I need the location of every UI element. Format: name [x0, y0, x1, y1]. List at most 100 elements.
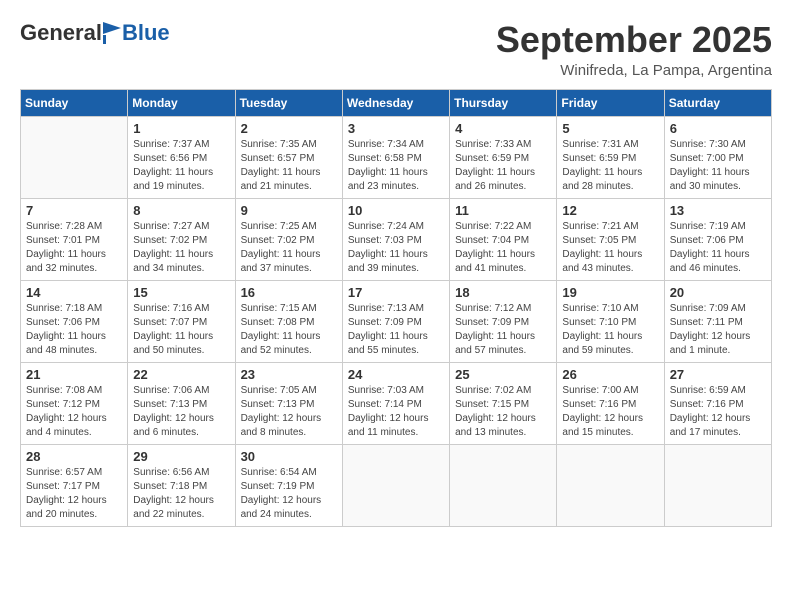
day-info: Sunrise: 7:12 AM Sunset: 7:09 PM Dayligh…: [455, 302, 551, 358]
day-info: Sunrise: 7:22 AM Sunset: 7:04 PM Dayligh…: [455, 220, 551, 276]
day-number: 22: [133, 367, 229, 382]
weekday-header-monday: Monday: [128, 89, 235, 116]
logo-blue-text: Blue: [122, 20, 170, 46]
location-title: Winifreda, La Pampa, Argentina: [496, 62, 772, 79]
calendar-day-cell: 4 Sunrise: 7:33 AM Sunset: 6:59 PM Daylig…: [450, 116, 557, 198]
weekday-header-wednesday: Wednesday: [342, 89, 449, 116]
calendar-day-cell: 9 Sunrise: 7:25 AM Sunset: 7:02 PM Daylig…: [235, 198, 342, 280]
day-number: 19: [562, 285, 658, 300]
calendar-day-cell: 29 Sunrise: 6:56 AM Sunset: 7:18 PM Dayli…: [128, 444, 235, 526]
calendar-day-cell: [342, 444, 449, 526]
logo: General Blue: [20, 20, 170, 46]
day-number: 15: [133, 285, 229, 300]
calendar-day-cell: 30 Sunrise: 6:54 AM Sunset: 7:19 PM Dayli…: [235, 444, 342, 526]
calendar-day-cell: 26 Sunrise: 7:00 AM Sunset: 7:16 PM Dayli…: [557, 362, 664, 444]
day-info: Sunrise: 6:59 AM Sunset: 7:16 PM Dayligh…: [670, 384, 766, 440]
weekday-header-sunday: Sunday: [21, 89, 128, 116]
calendar-day-cell: 2 Sunrise: 7:35 AM Sunset: 6:57 PM Daylig…: [235, 116, 342, 198]
calendar-day-cell: 22 Sunrise: 7:06 AM Sunset: 7:13 PM Dayli…: [128, 362, 235, 444]
day-number: 12: [562, 203, 658, 218]
day-info: Sunrise: 7:19 AM Sunset: 7:06 PM Dayligh…: [670, 220, 766, 276]
logo-flag-icon: [103, 22, 121, 44]
day-info: Sunrise: 7:28 AM Sunset: 7:01 PM Dayligh…: [26, 220, 122, 276]
calendar-week-row: 7 Sunrise: 7:28 AM Sunset: 7:01 PM Daylig…: [21, 198, 772, 280]
day-number: 13: [670, 203, 766, 218]
day-info: Sunrise: 7:06 AM Sunset: 7:13 PM Dayligh…: [133, 384, 229, 440]
day-number: 11: [455, 203, 551, 218]
day-number: 2: [241, 121, 337, 136]
calendar-day-cell: 24Sunrise: 7:03 AM Sunset: 7:14 PM Dayli…: [342, 362, 449, 444]
day-number: 26: [562, 367, 658, 382]
day-info: Sunrise: 7:37 AM Sunset: 6:56 PM Dayligh…: [133, 138, 229, 194]
day-info: Sunrise: 7:21 AM Sunset: 7:05 PM Dayligh…: [562, 220, 658, 276]
calendar-week-row: 21 Sunrise: 7:08 AM Sunset: 7:12 PM Dayli…: [21, 362, 772, 444]
calendar-day-cell: 12 Sunrise: 7:21 AM Sunset: 7:05 PM Dayli…: [557, 198, 664, 280]
calendar-day-cell: [557, 444, 664, 526]
calendar-day-cell: 6 Sunrise: 7:30 AM Sunset: 7:00 PM Daylig…: [664, 116, 771, 198]
calendar-day-cell: 27 Sunrise: 6:59 AM Sunset: 7:16 PM Dayli…: [664, 362, 771, 444]
day-info: Sunrise: 7:33 AM Sunset: 6:59 PM Dayligh…: [455, 138, 551, 194]
day-info: Sunrise: 7:02 AM Sunset: 7:15 PM Dayligh…: [455, 384, 551, 440]
day-number: 8: [133, 203, 229, 218]
day-number: 3: [348, 121, 444, 136]
calendar-day-cell: 25 Sunrise: 7:02 AM Sunset: 7:15 PM Dayli…: [450, 362, 557, 444]
day-info: Sunrise: 7:34 AM Sunset: 6:58 PM Dayligh…: [348, 138, 444, 194]
day-info: Sunrise: 7:35 AM Sunset: 6:57 PM Dayligh…: [241, 138, 337, 194]
page-header: General Blue September 2025 Winifreda, L…: [20, 20, 772, 79]
weekday-header-thursday: Thursday: [450, 89, 557, 116]
calendar-day-cell: 28Sunrise: 6:57 AM Sunset: 7:17 PM Dayli…: [21, 444, 128, 526]
day-info: Sunrise: 6:56 AM Sunset: 7:18 PM Dayligh…: [133, 466, 229, 522]
calendar-week-row: 1 Sunrise: 7:37 AM Sunset: 6:56 PM Daylig…: [21, 116, 772, 198]
day-number: 16: [241, 285, 337, 300]
day-number: 1: [133, 121, 229, 136]
day-number: 9: [241, 203, 337, 218]
calendar-day-cell: [450, 444, 557, 526]
logo-general-text: General: [20, 20, 102, 46]
calendar-week-row: 14 Sunrise: 7:18 AM Sunset: 7:06 PM Dayli…: [21, 280, 772, 362]
day-info: Sunrise: 7:25 AM Sunset: 7:02 PM Dayligh…: [241, 220, 337, 276]
day-info: Sunrise: 7:18 AM Sunset: 7:06 PM Dayligh…: [26, 302, 122, 358]
weekday-header-row: SundayMondayTuesdayWednesdayThursdayFrid…: [21, 89, 772, 116]
calendar-day-cell: 15 Sunrise: 7:16 AM Sunset: 7:07 PM Dayli…: [128, 280, 235, 362]
day-info: Sunrise: 7:16 AM Sunset: 7:07 PM Dayligh…: [133, 302, 229, 358]
calendar-day-cell: 3 Sunrise: 7:34 AM Sunset: 6:58 PM Daylig…: [342, 116, 449, 198]
day-number: 14: [26, 285, 122, 300]
day-number: 25: [455, 367, 551, 382]
calendar-day-cell: [664, 444, 771, 526]
day-number: 6: [670, 121, 766, 136]
day-info: Sunrise: 7:31 AM Sunset: 6:59 PM Dayligh…: [562, 138, 658, 194]
calendar-day-cell: 17Sunrise: 7:13 AM Sunset: 7:09 PM Dayli…: [342, 280, 449, 362]
day-info: Sunrise: 7:00 AM Sunset: 7:16 PM Dayligh…: [562, 384, 658, 440]
day-info: Sunrise: 7:08 AM Sunset: 7:12 PM Dayligh…: [26, 384, 122, 440]
calendar-day-cell: 7 Sunrise: 7:28 AM Sunset: 7:01 PM Daylig…: [21, 198, 128, 280]
day-number: 4: [455, 121, 551, 136]
day-info: Sunrise: 6:57 AM Sunset: 7:17 PM Dayligh…: [26, 466, 122, 522]
calendar-table: SundayMondayTuesdayWednesdayThursdayFrid…: [20, 89, 772, 527]
day-info: Sunrise: 7:03 AM Sunset: 7:14 PM Dayligh…: [348, 384, 444, 440]
calendar-day-cell: 19Sunrise: 7:10 AM Sunset: 7:10 PM Dayli…: [557, 280, 664, 362]
day-number: 7: [26, 203, 122, 218]
day-number: 27: [670, 367, 766, 382]
day-number: 30: [241, 449, 337, 464]
calendar-day-cell: 1 Sunrise: 7:37 AM Sunset: 6:56 PM Daylig…: [128, 116, 235, 198]
calendar-day-cell: 18Sunrise: 7:12 AM Sunset: 7:09 PM Dayli…: [450, 280, 557, 362]
calendar-day-cell: [21, 116, 128, 198]
title-block: September 2025 Winifreda, La Pampa, Arge…: [496, 20, 772, 79]
calendar-day-cell: 13 Sunrise: 7:19 AM Sunset: 7:06 PM Dayli…: [664, 198, 771, 280]
day-info: Sunrise: 7:30 AM Sunset: 7:00 PM Dayligh…: [670, 138, 766, 194]
calendar-day-cell: 10Sunrise: 7:24 AM Sunset: 7:03 PM Dayli…: [342, 198, 449, 280]
weekday-header-tuesday: Tuesday: [235, 89, 342, 116]
day-number: 23: [241, 367, 337, 382]
calendar-day-cell: 11 Sunrise: 7:22 AM Sunset: 7:04 PM Dayli…: [450, 198, 557, 280]
weekday-header-saturday: Saturday: [664, 89, 771, 116]
calendar-day-cell: 21 Sunrise: 7:08 AM Sunset: 7:12 PM Dayli…: [21, 362, 128, 444]
calendar-day-cell: 16Sunrise: 7:15 AM Sunset: 7:08 PM Dayli…: [235, 280, 342, 362]
day-info: Sunrise: 7:27 AM Sunset: 7:02 PM Dayligh…: [133, 220, 229, 276]
calendar-day-cell: 20Sunrise: 7:09 AM Sunset: 7:11 PM Dayli…: [664, 280, 771, 362]
day-info: Sunrise: 7:24 AM Sunset: 7:03 PM Dayligh…: [348, 220, 444, 276]
calendar-day-cell: 5Sunrise: 7:31 AM Sunset: 6:59 PM Daylig…: [557, 116, 664, 198]
day-number: 29: [133, 449, 229, 464]
day-info: Sunrise: 7:09 AM Sunset: 7:11 PM Dayligh…: [670, 302, 766, 358]
day-number: 21: [26, 367, 122, 382]
day-info: Sunrise: 6:54 AM Sunset: 7:19 PM Dayligh…: [241, 466, 337, 522]
